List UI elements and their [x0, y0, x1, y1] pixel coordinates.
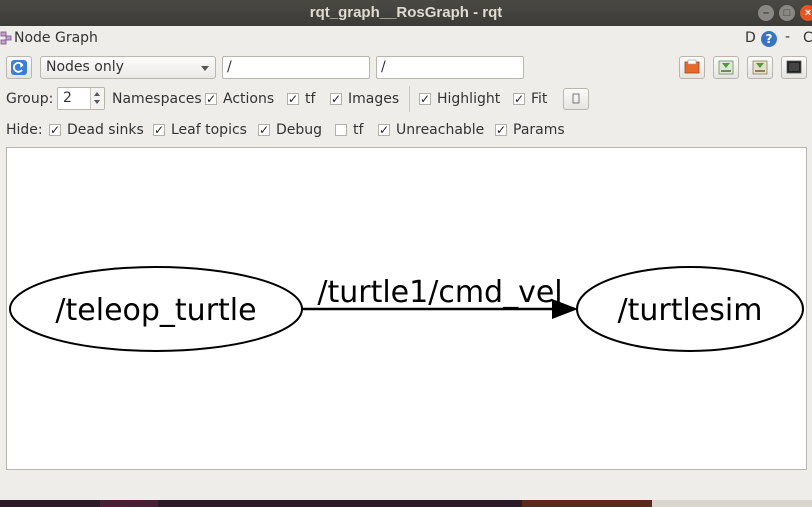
fit-checkbox[interactable]: ✓	[513, 93, 525, 105]
window-title: rqt_graph__RosGraph - rqt	[309, 4, 503, 21]
window-controls: – □ ×	[758, 0, 812, 26]
minimize-plugin-button[interactable]: -	[785, 29, 790, 45]
fit-label: Fit	[531, 91, 548, 107]
dock-toggle-button[interactable]: D	[745, 30, 756, 46]
leaf-topics-checkbox[interactable]: ✓	[153, 124, 165, 136]
dead-sinks-label: Dead sinks	[67, 122, 144, 138]
desktop-strip	[0, 500, 812, 507]
leaf-topics-label: Leaf topics	[171, 122, 247, 138]
debug-checkbox[interactable]: ✓	[258, 124, 270, 136]
graph-svg: /teleop_turtle /turtle1/cmd_vel /turtles…	[9, 266, 804, 352]
maximize-icon[interactable]: □	[779, 5, 795, 21]
minimize-icon[interactable]: –	[758, 5, 774, 21]
plugin-title: Node Graph	[14, 30, 98, 46]
graph-mode-value: Nodes only	[46, 59, 124, 75]
save-image-button[interactable]	[781, 56, 807, 79]
hide-label: Hide:	[6, 122, 43, 138]
dead-sinks-checkbox[interactable]: ✓	[49, 124, 61, 136]
edge-label: /turtle1/cmd_vel	[317, 275, 562, 310]
window-title-bar: rqt_graph__RosGraph - rqt – □ ×	[0, 0, 812, 26]
plugin-header: Node Graph D ? - C	[0, 29, 812, 49]
node-filter-input[interactable]: /	[222, 56, 370, 79]
spin-buttons[interactable]	[90, 88, 104, 109]
tf-hide-label: tf	[353, 122, 364, 138]
images-label: Images	[348, 91, 400, 107]
node-teleop-turtle[interactable]: /teleop_turtle	[9, 266, 303, 352]
unreachable-label: Unreachable	[396, 122, 485, 138]
node-graph-icon	[0, 31, 12, 45]
graph-mode-select[interactable]: Nodes only	[40, 56, 216, 79]
tf-group-label: tf	[305, 91, 316, 107]
fit-in-view-button[interactable]	[563, 88, 589, 110]
topic-filter-value: /	[381, 59, 386, 75]
highlight-checkbox[interactable]: ✓	[419, 93, 431, 105]
debug-label: Debug	[276, 122, 323, 138]
refresh-icon	[11, 60, 27, 75]
topic-filter-input[interactable]: /	[376, 56, 524, 79]
help-icon[interactable]: ?	[761, 31, 777, 47]
namespaces-label: Namespaces	[112, 91, 202, 107]
save-svg-button[interactable]	[747, 56, 773, 79]
group-value: 2	[63, 90, 72, 106]
save-svg-icon	[752, 60, 768, 75]
node-label-source: /teleop_turtle	[55, 293, 256, 328]
group-spinbox[interactable]: 2	[57, 87, 105, 110]
node-label-target: /turtlesim	[618, 293, 763, 328]
chevron-down-icon	[201, 66, 209, 71]
unreachable-checkbox[interactable]: ✓	[378, 124, 390, 136]
spin-up-icon[interactable]	[94, 92, 100, 96]
close-icon[interactable]: ×	[800, 5, 812, 21]
graph-canvas[interactable]: /teleop_turtle /turtle1/cmd_vel /turtles…	[6, 147, 807, 470]
params-checkbox[interactable]: ✓	[495, 124, 507, 136]
folder-open-icon	[684, 59, 700, 74]
save-dot-button[interactable]	[713, 56, 739, 79]
fit-view-icon	[572, 93, 580, 104]
node-filter-value: /	[227, 59, 232, 75]
node-turtlesim[interactable]: /turtlesim	[576, 266, 804, 352]
screen-icon	[786, 60, 802, 74]
params-label: Params	[513, 122, 565, 138]
spin-down-icon[interactable]	[94, 100, 100, 104]
load-dot-button[interactable]	[679, 56, 705, 79]
toolbar-separator	[409, 86, 410, 112]
refresh-button[interactable]	[6, 56, 32, 79]
save-dot-icon	[718, 60, 734, 75]
images-checkbox[interactable]: ✓	[330, 93, 342, 105]
tf-hide-checkbox[interactable]	[335, 124, 347, 136]
namespaces-checkbox[interactable]: ✓	[205, 93, 217, 105]
group-label: Group:	[6, 91, 54, 107]
tf-group-checkbox[interactable]: ✓	[287, 93, 299, 105]
close-plugin-button[interactable]: C	[803, 30, 812, 46]
highlight-label: Highlight	[437, 91, 501, 107]
actions-label: Actions	[223, 91, 275, 107]
edge-cmd-vel[interactable]: /turtle1/cmd_vel	[302, 275, 578, 319]
